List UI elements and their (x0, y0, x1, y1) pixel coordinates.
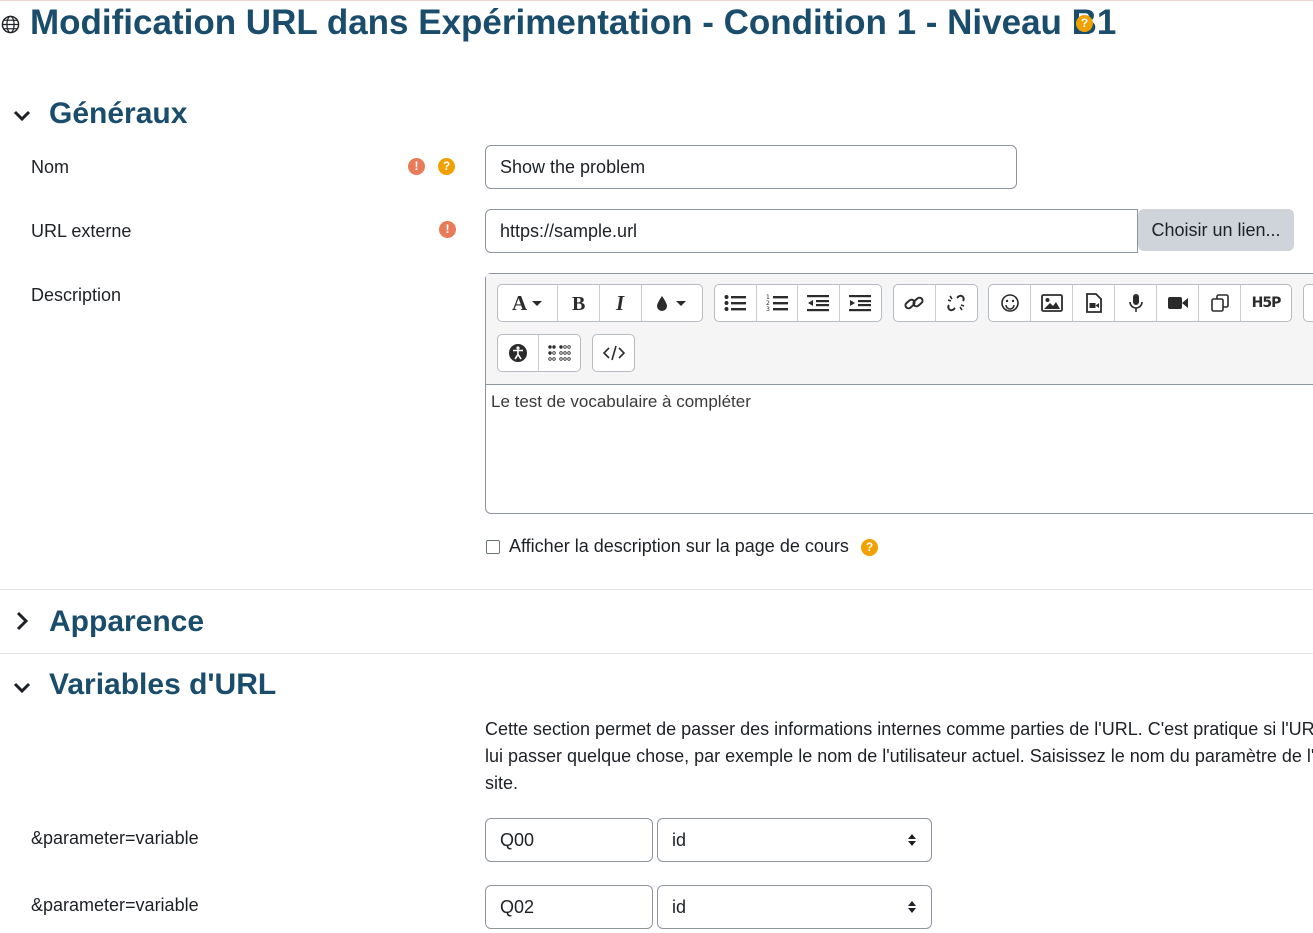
variables-description-line: site. (485, 773, 519, 793)
select-arrows-icon (908, 834, 916, 846)
url-label: URL externe (31, 221, 132, 241)
question-circle-icon[interactable]: ? (438, 158, 455, 175)
video-icon[interactable] (1157, 285, 1199, 321)
variables-description-line: Cette section permet de passer des infor… (485, 719, 1313, 739)
nom-label: Nom (31, 157, 70, 177)
chevron-down-icon[interactable] (11, 104, 33, 126)
nom-input[interactable]: Show the problem (485, 145, 1017, 189)
page-title: Modification URL dans Expérimentation - … (30, 3, 1117, 42)
h5p-icon[interactable]: H5P (1241, 285, 1291, 321)
toolbar-group-links (893, 284, 978, 322)
unlink-icon[interactable] (936, 285, 978, 321)
toolbar-group-accessibility (497, 334, 581, 372)
variables-description-line: lui passer quelque chose, par exemple le… (485, 746, 1313, 766)
toolbar-group-lists: 123 (714, 284, 882, 322)
svg-text:B: B (572, 293, 585, 313)
editor-toolbar: A B I 123 H5P (486, 274, 1313, 385)
variable-select-value: id (672, 830, 687, 850)
parameter-input[interactable]: Q00 (485, 818, 653, 862)
svg-text:I: I (615, 293, 625, 313)
show-description-label[interactable]: Afficher la description sur la page de c… (509, 536, 849, 557)
description-label: Description (31, 285, 122, 305)
parameter-label: &parameter=variable (31, 895, 199, 915)
emoji-icon[interactable] (989, 285, 1031, 321)
microphone-icon[interactable] (1115, 285, 1157, 321)
required-icon: ! (439, 221, 456, 238)
required-icon: ! (408, 158, 425, 175)
braille-icon[interactable] (539, 335, 580, 371)
accessibility-icon[interactable] (498, 335, 540, 371)
chevron-down-icon[interactable] (11, 676, 33, 698)
indent-icon[interactable] (840, 285, 881, 321)
show-description-checkbox[interactable] (486, 540, 500, 554)
svg-text:A: A (512, 293, 528, 313)
toolbar-group-media: H5P (988, 284, 1292, 322)
url-input[interactable]: https://sample.url (485, 209, 1138, 253)
image-icon[interactable] (1031, 285, 1073, 321)
section-title-variables[interactable]: Variables d'URL (49, 667, 276, 703)
bullet-list-icon[interactable] (715, 285, 757, 321)
font-icon[interactable]: A (498, 285, 558, 321)
section-divider (0, 653, 1313, 654)
variable-select[interactable]: id (657, 818, 932, 862)
question-circle-icon[interactable]: ? (861, 539, 878, 556)
toolbar-group-source (592, 334, 635, 372)
text-color-icon[interactable] (642, 285, 702, 321)
question-circle-icon[interactable]: ? (1076, 15, 1093, 32)
variable-select-value: id (672, 897, 687, 917)
variables-description: Cette section permet de passer des infor… (485, 716, 1313, 797)
media-icon[interactable] (1073, 285, 1115, 321)
link-icon[interactable] (894, 285, 936, 321)
italic-icon[interactable]: I (600, 285, 642, 321)
svg-text:3: 3 (766, 306, 770, 313)
section-divider (0, 589, 1313, 590)
numbered-list-icon[interactable]: 123 (757, 285, 798, 321)
section-title-generaux[interactable]: Généraux (49, 96, 187, 132)
toolbar-group-more (1303, 284, 1313, 322)
section-title-apparence[interactable]: Apparence (49, 604, 204, 640)
select-arrows-icon (908, 901, 916, 913)
outdent-icon[interactable] (798, 285, 840, 321)
bold-icon[interactable]: B (558, 285, 600, 321)
variable-select[interactable]: id (657, 885, 932, 929)
parameter-input[interactable]: Q02 (485, 885, 653, 929)
globe-icon (1, 15, 20, 34)
toolbar-group-format: A B I (497, 284, 703, 322)
editor-content[interactable]: Le test de vocabulaire à compléter (491, 392, 751, 412)
copy-icon[interactable] (1199, 285, 1241, 321)
parameter-label: &parameter=variable (31, 828, 199, 848)
html-source-icon[interactable] (593, 335, 634, 371)
choose-link-button[interactable]: Choisir un lien... (1138, 209, 1294, 251)
chevron-right-icon[interactable] (11, 610, 33, 632)
